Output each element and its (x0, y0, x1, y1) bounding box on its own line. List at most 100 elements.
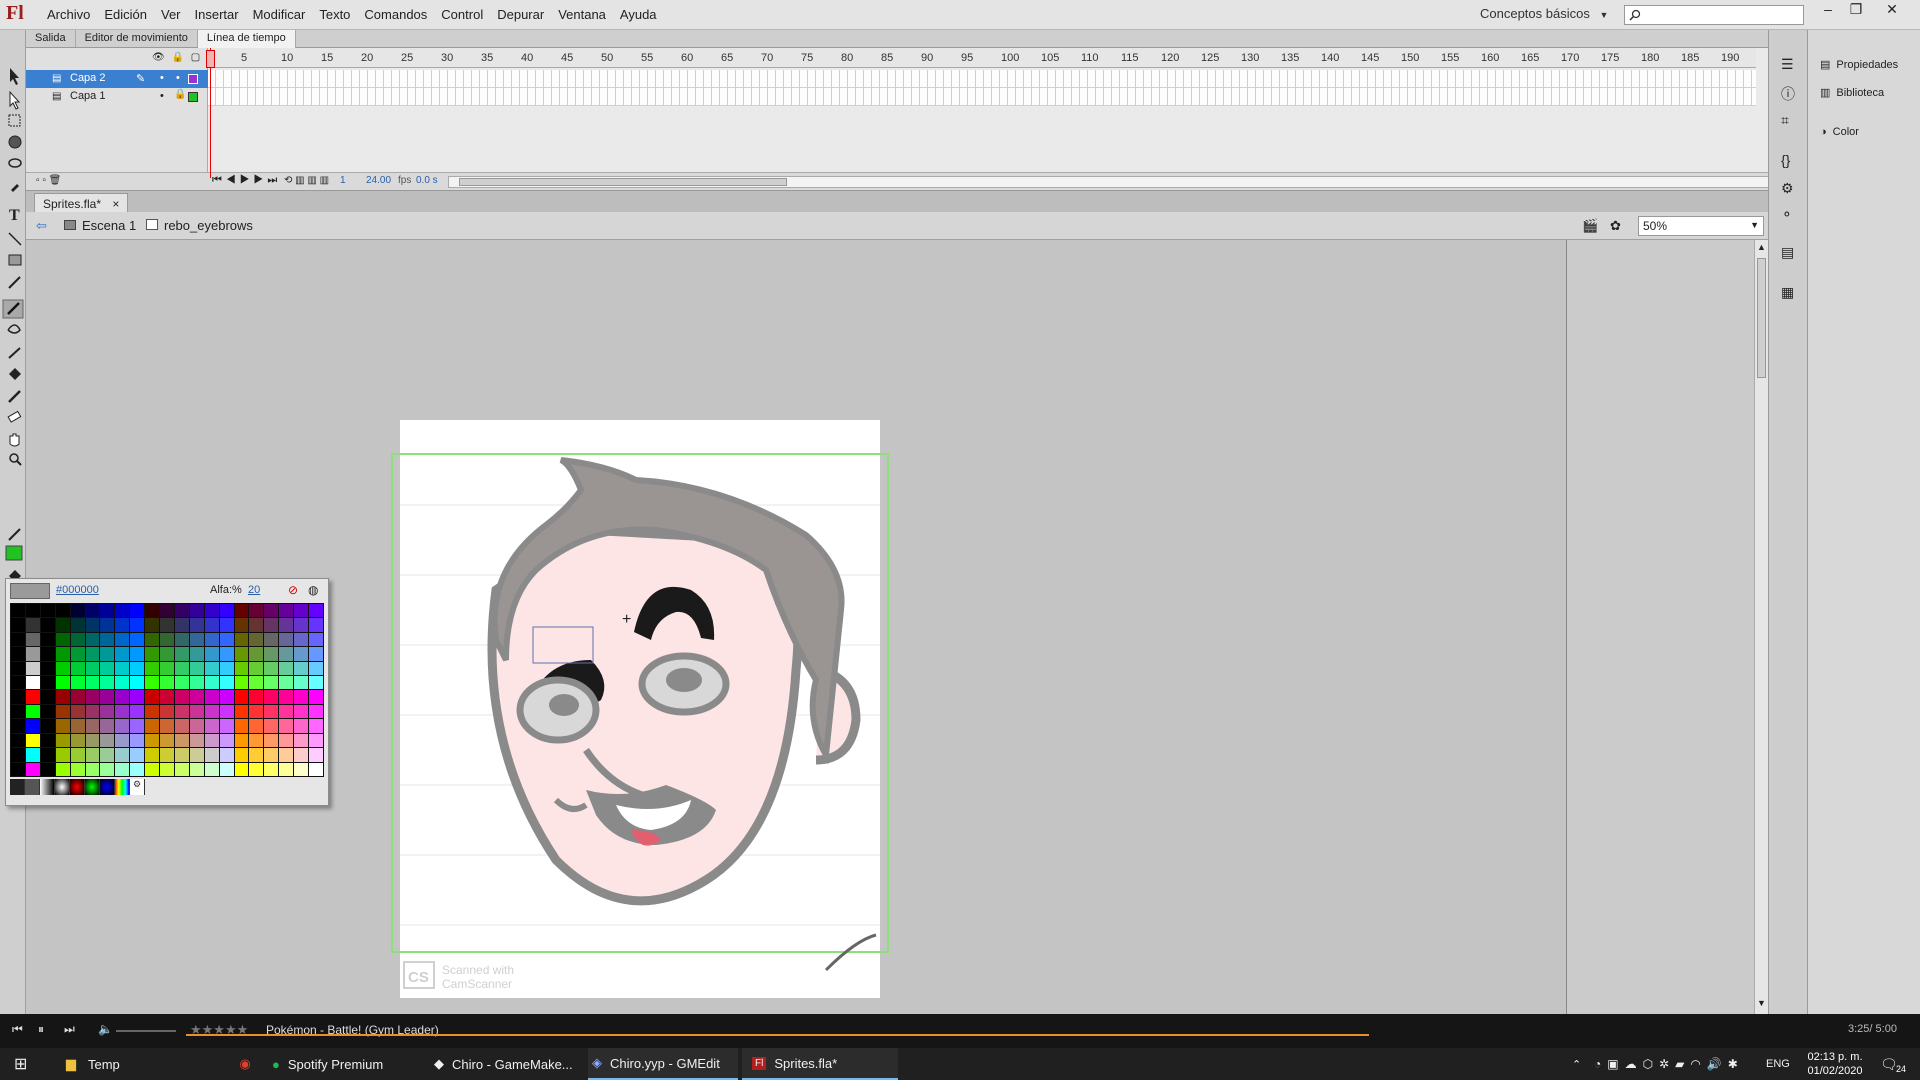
color-swatch[interactable] (145, 719, 160, 733)
color-swatch[interactable] (219, 748, 234, 762)
color-swatch[interactable] (70, 618, 85, 632)
color-swatch[interactable] (279, 762, 294, 776)
color-swatch[interactable] (160, 748, 174, 762)
color-swatch[interactable] (279, 733, 294, 748)
scroll-thumb[interactable] (1757, 258, 1766, 378)
color-swatch[interactable] (40, 618, 55, 632)
color-swatch[interactable] (219, 762, 234, 776)
color-swatch[interactable] (204, 647, 219, 661)
color-swatch[interactable] (55, 733, 70, 748)
color-swatch[interactable] (40, 676, 55, 690)
color-swatch[interactable] (115, 618, 130, 632)
color-swatch[interactable] (174, 647, 189, 661)
color-swatch[interactable] (294, 647, 309, 661)
color-swatch[interactable] (204, 733, 219, 748)
color-swatch[interactable] (219, 719, 234, 733)
color-swatch[interactable] (70, 661, 85, 676)
free-transform-tool-icon[interactable] (8, 114, 21, 127)
color-swatch[interactable] (264, 748, 279, 762)
lock-icon[interactable]: 🔒 (174, 89, 186, 100)
visible-dot-icon[interactable]: • (160, 72, 164, 84)
color-swatch[interactable] (100, 676, 115, 690)
color-swatch[interactable] (234, 690, 249, 704)
color-swatch[interactable] (40, 719, 55, 733)
menu-ver[interactable]: Ver (154, 0, 188, 30)
eye-icon[interactable]: 👁 (152, 52, 165, 63)
color-swatch[interactable] (249, 733, 264, 748)
playhead-handle[interactable] (206, 50, 215, 68)
color-swatch[interactable] (219, 661, 234, 676)
color-swatch[interactable] (309, 762, 323, 776)
layer-row[interactable]: ▤ Capa 2 ✎ • • (26, 70, 208, 88)
color-swatch[interactable] (85, 676, 100, 690)
frame-row[interactable] (208, 88, 1756, 106)
clock[interactable]: 02:13 p. m. 01/02/2020 (1800, 1050, 1870, 1078)
color-swatch[interactable] (204, 618, 219, 632)
color-swatch[interactable] (160, 632, 174, 647)
color-swatch[interactable] (25, 618, 40, 632)
color-swatch[interactable] (249, 632, 264, 647)
color-swatch[interactable] (145, 632, 160, 647)
color-swatch[interactable] (40, 748, 55, 762)
color-swatch[interactable] (130, 733, 145, 748)
color-swatch[interactable] (174, 661, 189, 676)
color-swatch[interactable] (25, 690, 40, 704)
taskbar-item-gamemaker[interactable]: ◆ Chiro - GameMake... (430, 1048, 586, 1080)
color-swatch[interactable] (70, 647, 85, 661)
color-swatch[interactable] (294, 690, 309, 704)
color-swatch[interactable] (264, 733, 279, 748)
color-swatch[interactable] (11, 762, 25, 776)
color-swatch[interactable] (25, 604, 40, 618)
grid-icon[interactable]: ▦ (1781, 284, 1794, 301)
color-swatch[interactable] (309, 748, 323, 762)
color-swatch[interactable] (130, 676, 145, 690)
color-swatch[interactable] (174, 733, 189, 748)
color-swatch[interactable] (40, 704, 55, 719)
color-swatch[interactable] (55, 604, 70, 618)
color-swatch[interactable] (294, 719, 309, 733)
taskbar-item-gmedit[interactable]: ◈ Chiro.yyp - GMEdit (588, 1048, 738, 1080)
color-swatch[interactable] (219, 676, 234, 690)
pause-icon[interactable]: ⏸ (38, 1022, 44, 1037)
color-swatch[interactable] (70, 632, 85, 647)
info-icon[interactable]: ⓘ (1781, 84, 1795, 104)
color-swatch[interactable] (130, 690, 145, 704)
color-swatch[interactable] (55, 632, 70, 647)
color-swatch[interactable] (11, 618, 25, 632)
color-swatch[interactable] (309, 690, 323, 704)
color-swatch[interactable] (309, 632, 323, 647)
color-swatch[interactable] (25, 632, 40, 647)
color-swatch[interactable] (130, 618, 145, 632)
color-swatch[interactable] (85, 733, 100, 748)
volume-slider[interactable] (116, 1030, 176, 1032)
color-swatch[interactable] (55, 762, 70, 776)
color-swatch[interactable] (309, 604, 323, 618)
color-swatch[interactable] (279, 719, 294, 733)
timeline-hscroll[interactable] (448, 176, 1782, 188)
color-picker-icon[interactable]: ◍ (308, 583, 318, 597)
visible-dot-icon[interactable]: • (160, 90, 164, 102)
color-swatch[interactable] (189, 618, 204, 632)
color-swatch[interactable] (160, 676, 174, 690)
color-swatch[interactable] (70, 762, 85, 776)
color-swatch[interactable] (234, 647, 249, 661)
lock-dot-icon[interactable]: • (176, 72, 180, 84)
color-swatch[interactable] (160, 733, 174, 748)
color-swatch[interactable] (11, 604, 25, 618)
color-swatch[interactable] (234, 704, 249, 719)
color-swatch[interactable] (294, 676, 309, 690)
color-swatch[interactable] (279, 690, 294, 704)
color-swatch[interactable] (189, 676, 204, 690)
color-swatch[interactable] (219, 632, 234, 647)
color-swatch[interactable] (309, 618, 323, 632)
color-swatch[interactable] (279, 748, 294, 762)
menu-ayuda[interactable]: Ayuda (613, 0, 664, 30)
color-swatch[interactable] (249, 618, 264, 632)
color-swatch[interactable] (309, 719, 323, 733)
outline-icon[interactable]: ▢ (191, 52, 200, 63)
color-swatch[interactable] (55, 676, 70, 690)
color-swatch[interactable] (115, 733, 130, 748)
project-icon[interactable]: ▤ (1781, 244, 1794, 261)
color-swatch[interactable] (234, 676, 249, 690)
color-swatch[interactable] (55, 748, 70, 762)
